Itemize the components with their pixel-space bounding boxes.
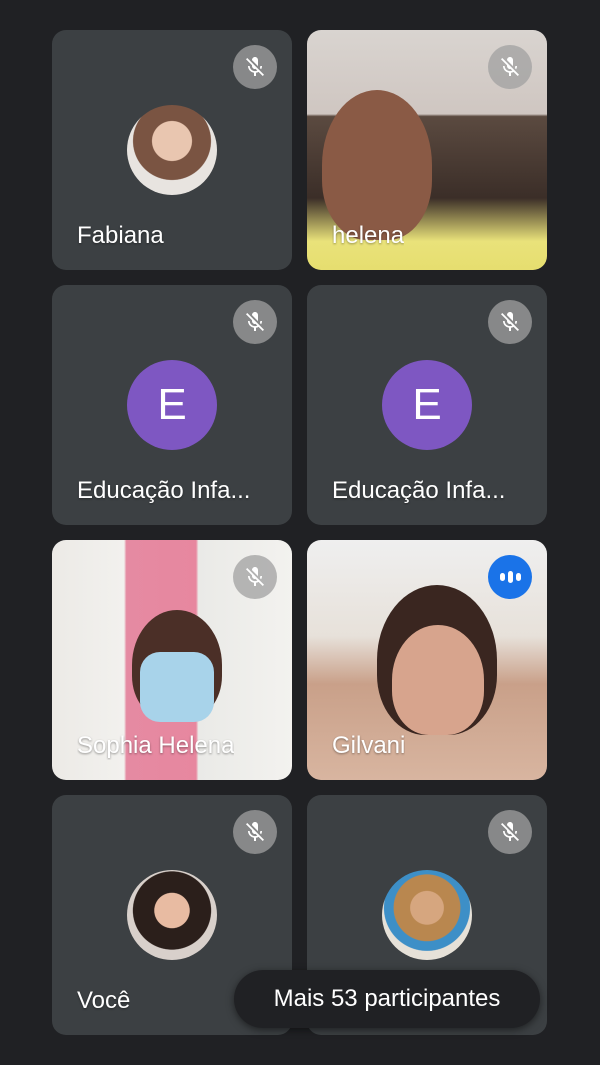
participant-name: Fabiana (77, 222, 164, 249)
avatar: E (127, 360, 217, 450)
more-participants-button[interactable]: Mais 53 participantes (234, 970, 540, 1028)
speaking-indicator-icon (488, 555, 532, 599)
avatar (382, 870, 472, 960)
participant-name: helena (332, 222, 405, 249)
participant-name: Educação Infa... (77, 477, 251, 504)
participant-tile[interactable]: Fabiana (52, 30, 292, 270)
participant-tile[interactable]: helena (307, 30, 547, 270)
participant-name: Educação Infa... (332, 477, 506, 504)
participant-tile[interactable]: Gilvani (307, 540, 547, 780)
mic-off-icon (233, 810, 277, 854)
face (392, 625, 484, 735)
participant-tile[interactable]: E Educação Infa... (52, 285, 292, 525)
avatar (127, 870, 217, 960)
mic-off-icon (233, 45, 277, 89)
participant-name: Gilvani (332, 732, 406, 759)
participant-grid: Fabiana helena E Educação Infa... E Educ… (0, 0, 600, 1065)
mic-off-icon (488, 810, 532, 854)
mic-off-icon (233, 300, 277, 344)
video-feed (322, 90, 432, 240)
mic-off-icon (233, 555, 277, 599)
face-mask (140, 652, 214, 722)
participant-name: Você (77, 987, 131, 1014)
participant-tile[interactable]: Sophia Helena (52, 540, 292, 780)
mic-off-icon (488, 300, 532, 344)
avatar (127, 105, 217, 195)
participant-tile[interactable]: E Educação Infa... (307, 285, 547, 525)
mic-off-icon (488, 45, 532, 89)
avatar: E (382, 360, 472, 450)
participant-name: Sophia Helena (77, 732, 235, 759)
